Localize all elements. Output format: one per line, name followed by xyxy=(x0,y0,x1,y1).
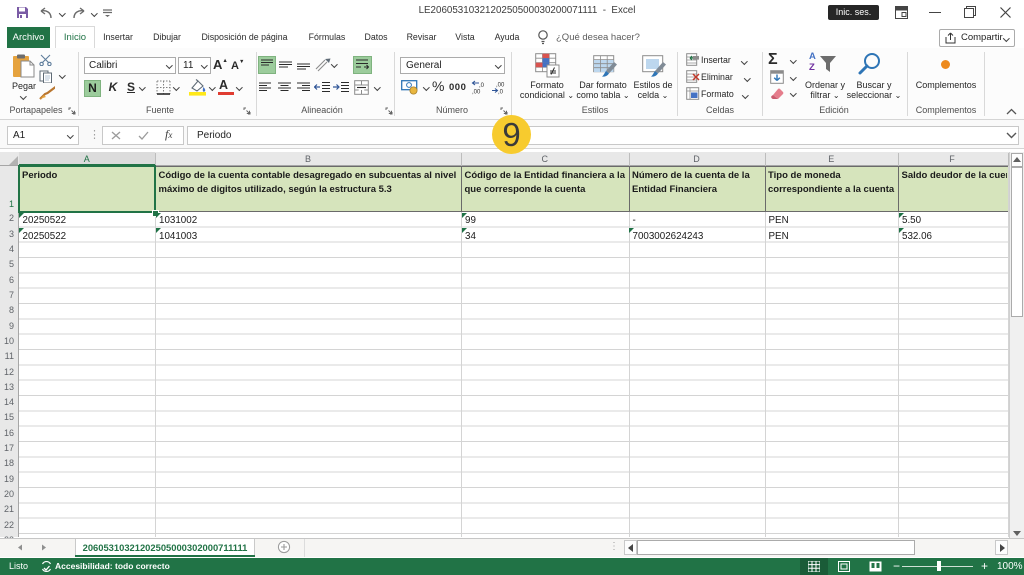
svg-text:,00: ,00 xyxy=(472,90,481,96)
svg-text:,0: ,0 xyxy=(479,83,485,89)
svg-text:,0: ,0 xyxy=(498,90,504,96)
svg-text:,00: ,00 xyxy=(496,83,505,89)
